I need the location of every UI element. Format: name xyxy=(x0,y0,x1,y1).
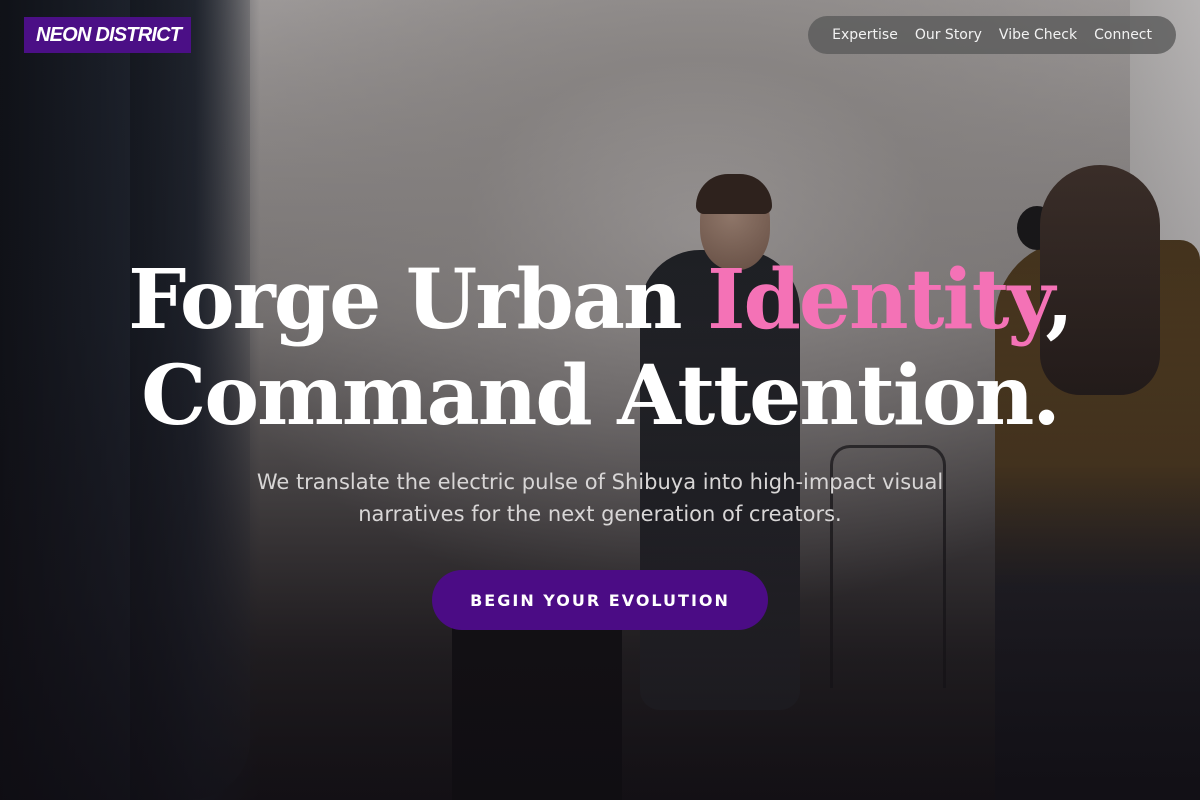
nav-item-our-story[interactable]: Our Story xyxy=(915,27,982,43)
headline-accent-word: Identity xyxy=(707,252,1047,348)
headline-part1: Forge Urban xyxy=(128,252,708,348)
main-nav: Expertise Our Story Vibe Check Connect xyxy=(808,16,1176,54)
hero-headline: Forge Urban Identity, Command Attention. xyxy=(0,252,1200,444)
nav-item-expertise[interactable]: Expertise xyxy=(832,27,898,43)
nav-item-connect[interactable]: Connect xyxy=(1094,27,1152,43)
headline-line2: Command Attention. xyxy=(141,348,1061,444)
hero-section: NEON DISTRICT Expertise Our Story Vibe C… xyxy=(0,0,1200,800)
nav-item-vibe-check[interactable]: Vibe Check xyxy=(999,27,1077,43)
hero-subtitle: We translate the electric pulse of Shibu… xyxy=(256,470,944,526)
brand-logo-text: NEON DISTRICT xyxy=(36,23,182,46)
begin-evolution-button[interactable]: BEGIN YOUR EVOLUTION xyxy=(432,570,768,630)
brand-logo[interactable]: NEON DISTRICT xyxy=(24,17,192,53)
headline-part2: , xyxy=(1045,252,1074,348)
